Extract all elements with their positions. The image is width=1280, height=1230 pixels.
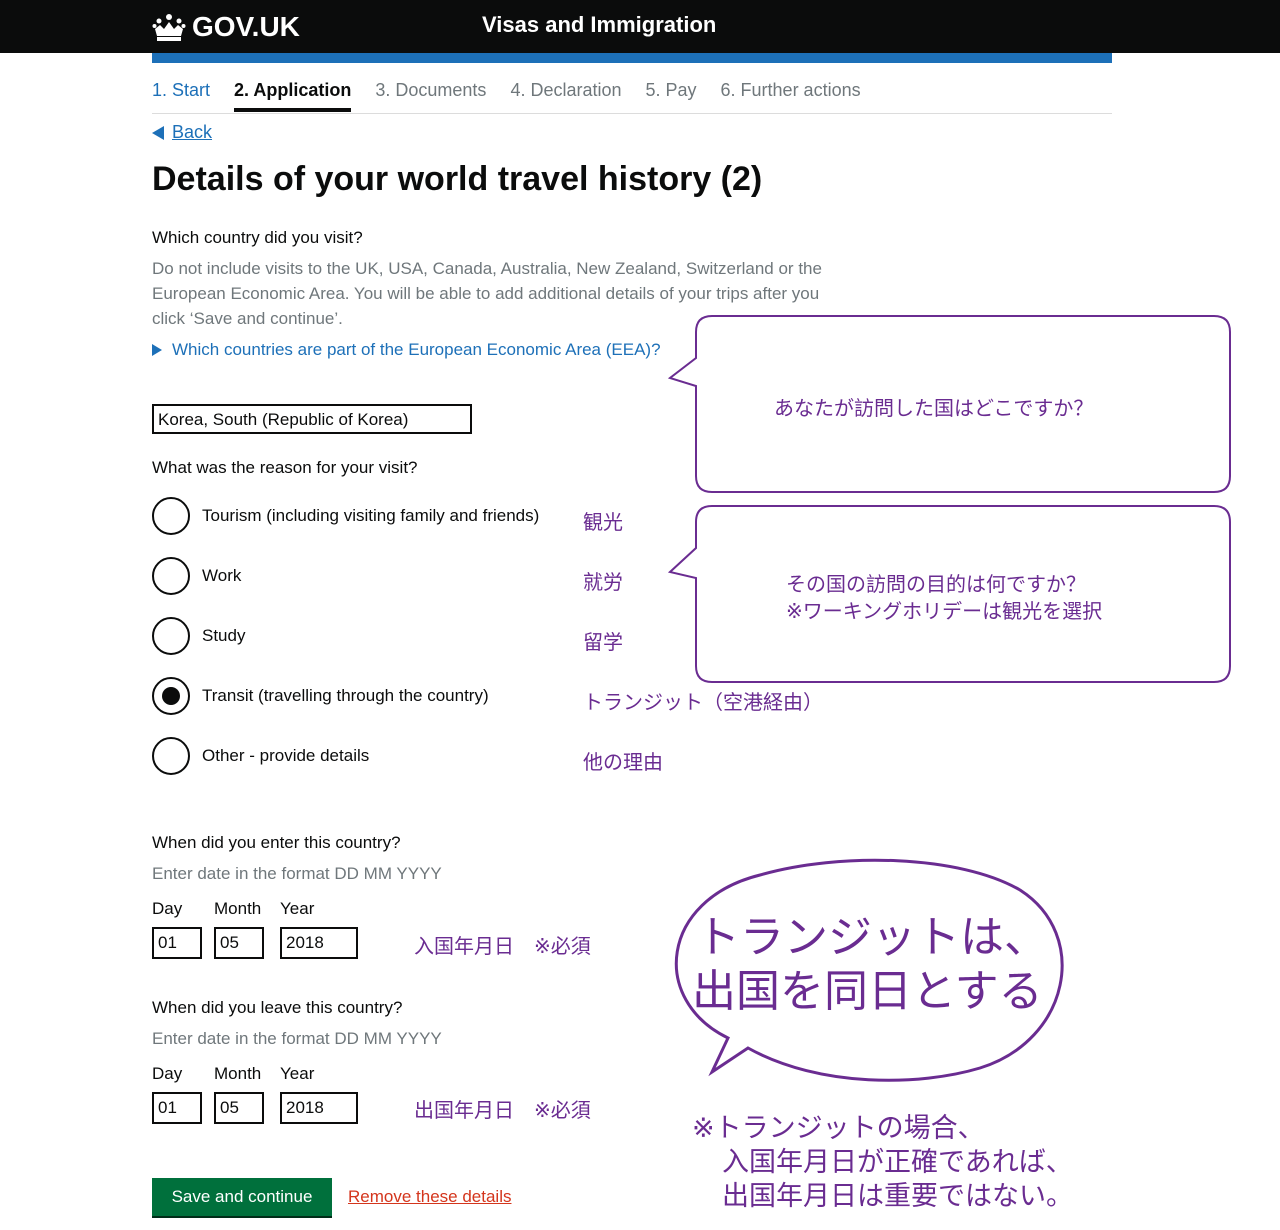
- callout-reason-line2: ※ワーキングホリデーは観光を選択: [786, 599, 1103, 623]
- transit-note-line3: 出国年月日は重要ではない。: [722, 1181, 1073, 1212]
- bubble-line1: トランジットは、: [696, 912, 1048, 963]
- bubble-line2: 出国を同日とする: [692, 966, 1043, 1017]
- callout-reason-line1: その国の訪問の目的は何ですか？: [786, 572, 1086, 596]
- callout-country-text: あなたが訪問した国はどこですか？: [774, 396, 1094, 420]
